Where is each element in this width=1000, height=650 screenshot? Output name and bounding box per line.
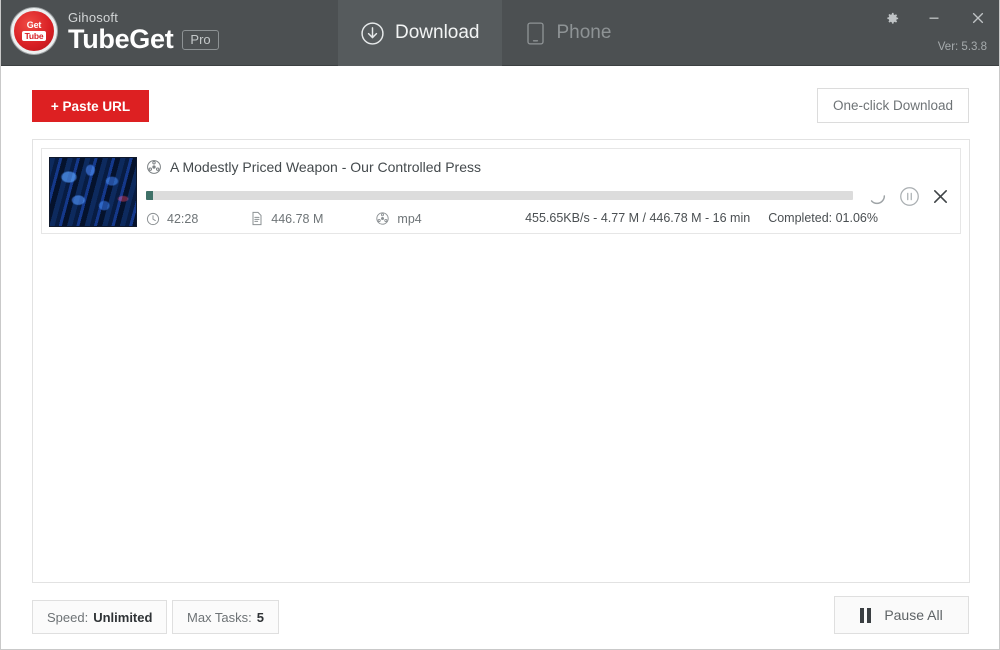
- version-label: Ver: 5.3.8: [937, 41, 987, 53]
- gear-icon: [885, 11, 900, 26]
- tab-download[interactable]: Download: [338, 0, 502, 66]
- edition-badge: Pro: [182, 30, 219, 50]
- logo-text-top: Get: [26, 19, 42, 30]
- meta-duration: 42:28: [146, 212, 198, 226]
- pause-all-label: Pause All: [884, 607, 943, 623]
- task-title-row: A Modestly Priced Weapon - Our Controlle…: [146, 159, 952, 175]
- brand-logo-block: Get Tube Gihosoft TubeGet Pro: [11, 8, 219, 54]
- pause-circle-icon[interactable]: [899, 186, 920, 207]
- download-list-panel: A Modestly Priced Weapon - Our Controlle…: [32, 139, 970, 583]
- close-icon: [971, 11, 985, 25]
- product-name: TubeGet: [68, 24, 174, 54]
- minimize-icon: [927, 11, 941, 25]
- meta-size: 446.78 M: [250, 211, 323, 226]
- progress-fill: [146, 191, 154, 200]
- application-window: Get Tube Gihosoft TubeGet Pro Download P…: [0, 0, 1000, 650]
- max-tasks-value: 5: [256, 609, 265, 625]
- close-icon[interactable]: [931, 187, 950, 206]
- speed-label: Speed:: [47, 609, 89, 625]
- file-icon: [250, 211, 264, 226]
- gettube-logo-icon: Get Tube: [11, 8, 57, 54]
- task-meta: 42:28 446.78 M mp4: [146, 211, 422, 226]
- duration-value: 42:28: [167, 211, 199, 226]
- progress-track: [146, 191, 853, 200]
- company-name: Gihosoft: [68, 10, 119, 25]
- size-value: 446.78 M: [271, 211, 324, 226]
- task-details: A Modestly Priced Weapon - Our Controlle…: [146, 157, 952, 226]
- task-action-buttons: [866, 185, 950, 207]
- speed-limit-button[interactable]: Speed: Unlimited: [32, 600, 168, 634]
- completed-status: Completed: 01.06%: [768, 211, 878, 225]
- logo-text-bottom: Tube: [21, 30, 47, 42]
- max-tasks-button[interactable]: Max Tasks: 5: [172, 600, 280, 634]
- close-button[interactable]: [955, 0, 999, 36]
- spinner-icon[interactable]: [866, 185, 888, 207]
- download-circle-icon: [360, 21, 385, 46]
- main-tabs: Download Phone: [338, 0, 633, 66]
- tab-phone[interactable]: Phone: [502, 0, 634, 66]
- max-tasks-label: Max Tasks:: [187, 609, 252, 625]
- speed-value: Unlimited: [93, 609, 153, 625]
- pause-all-button[interactable]: Pause All: [834, 596, 969, 634]
- window-controls: [871, 0, 999, 36]
- one-click-download-button[interactable]: One-click Download: [817, 88, 969, 123]
- video-thumbnail: [49, 157, 137, 227]
- pause-icon: [860, 607, 872, 623]
- minimize-button[interactable]: [913, 0, 955, 36]
- phone-icon: [524, 21, 547, 46]
- tab-download-label: Download: [395, 22, 480, 43]
- transfer-status: 455.65KB/s - 4.77 M / 446.78 M - 16 min: [525, 211, 751, 225]
- task-row[interactable]: A Modestly Priced Weapon - Our Controlle…: [41, 148, 961, 234]
- film-reel-icon: [146, 159, 162, 175]
- paste-url-button[interactable]: + Paste URL: [32, 90, 149, 122]
- tab-phone-label: Phone: [556, 22, 612, 43]
- task-title: A Modestly Priced Weapon - Our Controlle…: [170, 159, 481, 175]
- toolbar: + Paste URL One-click Download: [1, 66, 999, 139]
- settings-button[interactable]: [871, 0, 913, 36]
- format-value: mp4: [397, 211, 422, 226]
- progress-bar: [146, 191, 853, 200]
- meta-format: mp4: [375, 211, 422, 226]
- clock-icon: [146, 212, 160, 226]
- bottom-bar: Speed: Unlimited Max Tasks: 5 Pause All: [1, 595, 999, 649]
- film-reel-icon: [375, 211, 390, 226]
- brand-text: Gihosoft TubeGet Pro: [68, 9, 219, 53]
- task-status: 455.65KB/s - 4.77 M / 446.78 M - 16 min …: [525, 211, 878, 225]
- title-bar: Get Tube Gihosoft TubeGet Pro Download P…: [1, 0, 999, 66]
